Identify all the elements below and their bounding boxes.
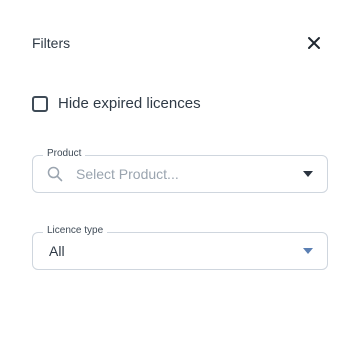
chevron-down-icon[interactable] bbox=[303, 171, 313, 177]
filters-panel: Filters Hide expired licences Product Se… bbox=[0, 0, 362, 340]
chevron-down-icon[interactable] bbox=[303, 248, 313, 254]
product-placeholder: Select Product... bbox=[76, 166, 179, 182]
product-select[interactable]: Product Select Product... bbox=[32, 148, 328, 193]
panel-title: Filters bbox=[32, 35, 71, 51]
hide-expired-label: Hide expired licences bbox=[58, 95, 201, 112]
close-button[interactable] bbox=[306, 35, 322, 51]
licence-type-value: All bbox=[49, 243, 65, 259]
licence-type-label: Licence type bbox=[43, 225, 108, 236]
product-label: Product bbox=[43, 148, 86, 159]
close-icon bbox=[308, 37, 320, 49]
hide-expired-checkbox-row[interactable]: Hide expired licences bbox=[32, 95, 201, 112]
hide-expired-checkbox[interactable] bbox=[32, 95, 48, 112]
search-icon bbox=[47, 166, 63, 182]
licence-type-select[interactable]: Licence type All bbox=[32, 225, 328, 270]
